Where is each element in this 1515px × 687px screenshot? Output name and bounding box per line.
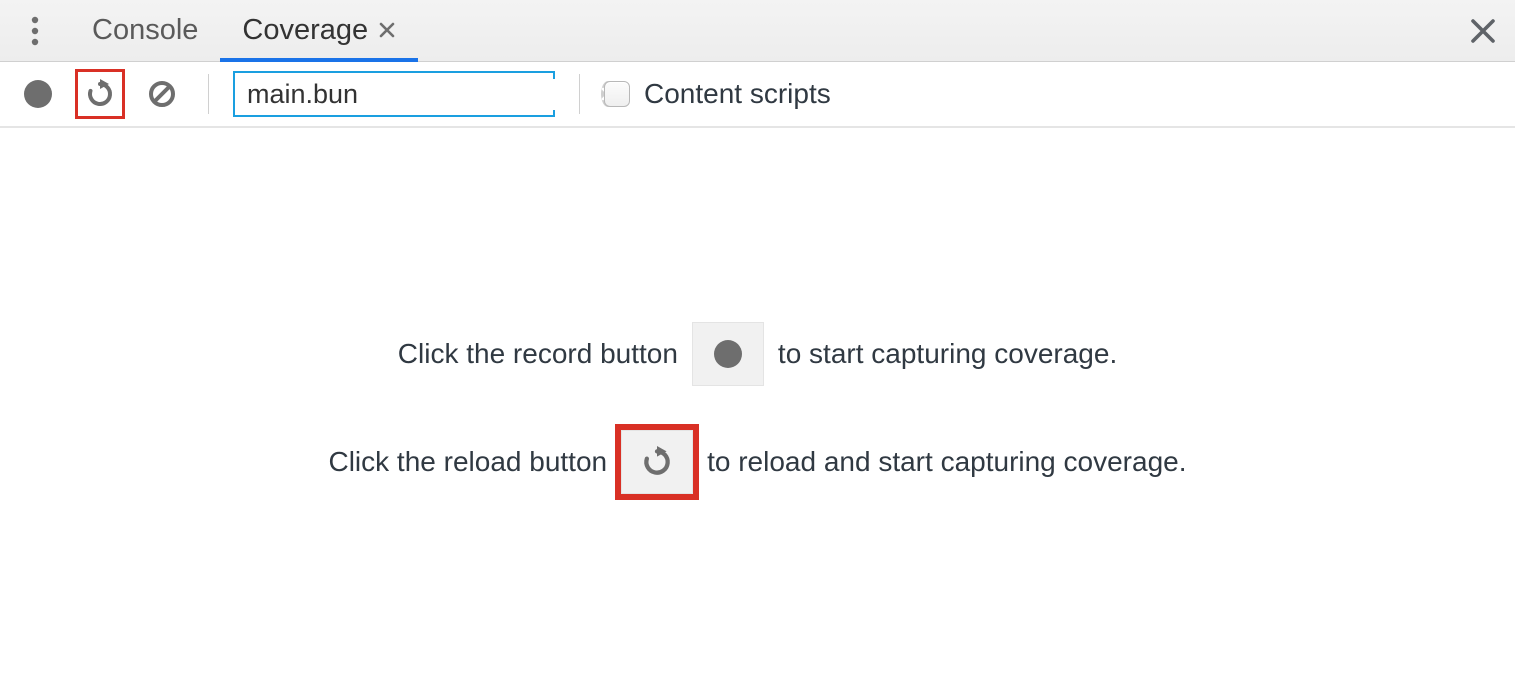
hint-reload: Click the reload button to reload and st… <box>328 430 1186 494</box>
content-scripts-checkbox[interactable]: Content scripts <box>604 78 831 110</box>
tab-label: Console <box>92 14 198 47</box>
url-filter <box>233 71 555 117</box>
close-panel-button[interactable] <box>1469 0 1497 61</box>
close-icon[interactable] <box>378 14 396 47</box>
record-button[interactable] <box>16 72 60 116</box>
reload-icon <box>641 446 673 478</box>
clear-button[interactable] <box>140 72 184 116</box>
reload-chip <box>621 430 693 494</box>
record-icon <box>714 340 742 368</box>
record-chip <box>692 322 764 386</box>
toolbar-divider <box>579 74 580 114</box>
toolbar-divider <box>208 74 209 114</box>
hint-text: Click the reload button <box>328 446 607 478</box>
coverage-toolbar: Content scripts <box>0 62 1515 128</box>
hint-text: Click the record button <box>398 338 678 370</box>
hint-text: to reload and start capturing coverage. <box>707 446 1186 478</box>
url-filter-input[interactable] <box>247 79 601 110</box>
more-icon[interactable] <box>0 0 70 61</box>
checkbox-icon <box>604 81 630 107</box>
tab-bar: Console Coverage <box>0 0 1515 62</box>
tab-console[interactable]: Console <box>70 0 220 61</box>
hint-record: Click the record button to start capturi… <box>398 322 1117 386</box>
reload-icon <box>85 79 115 109</box>
coverage-empty-state: Click the record button to start capturi… <box>0 128 1515 687</box>
hint-text: to start capturing coverage. <box>778 338 1117 370</box>
record-icon <box>24 80 52 108</box>
reload-button[interactable] <box>78 72 122 116</box>
content-scripts-label: Content scripts <box>644 78 831 110</box>
tab-coverage[interactable]: Coverage <box>220 0 418 61</box>
block-icon <box>147 79 177 109</box>
tab-label: Coverage <box>242 14 368 47</box>
